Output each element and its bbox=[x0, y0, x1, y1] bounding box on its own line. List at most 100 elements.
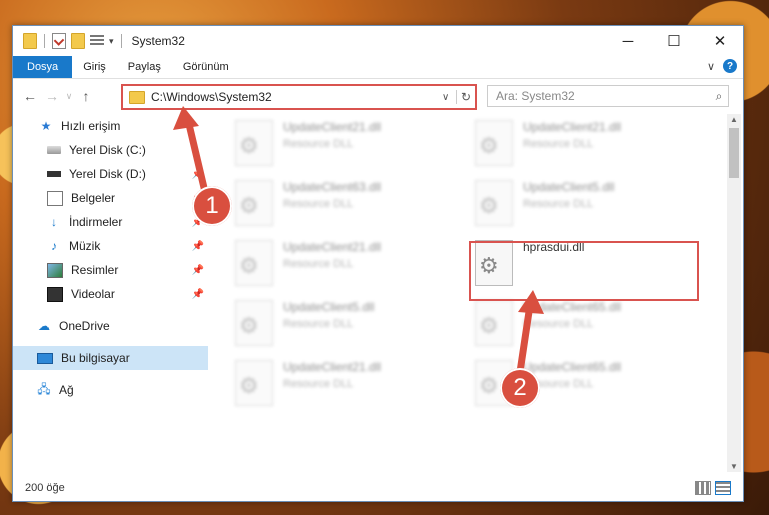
file-tile[interactable]: UpdateClient21.dll Resource DLL bbox=[223, 116, 443, 168]
file-tile[interactable]: UpdateClient65.dll Resource DLL bbox=[463, 296, 683, 348]
file-name: UpdateClient5.dll bbox=[523, 180, 615, 194]
cloud-icon: ☁ bbox=[38, 319, 50, 333]
up-arrow-icon[interactable]: ↑ bbox=[75, 88, 97, 104]
file-description: Resource DLL bbox=[523, 198, 594, 210]
details-view-icon[interactable] bbox=[695, 481, 711, 495]
expand-ribbon-icon[interactable]: ∨ bbox=[707, 60, 715, 73]
help-icon[interactable]: ? bbox=[723, 59, 737, 73]
step-2-badge: 2 bbox=[500, 368, 540, 408]
search-input[interactable]: Ara: System32 bbox=[488, 89, 710, 103]
forward-arrow-icon[interactable]: → bbox=[41, 88, 63, 104]
sidebar-item-network[interactable]: 🖧 Ağ bbox=[13, 378, 208, 402]
sidebar-item-music[interactable]: ♪ Müzik 📌 bbox=[13, 234, 208, 258]
sidebar-item-local-disk-d[interactable]: Yerel Disk (D:) 📌 bbox=[13, 162, 208, 186]
file-tile[interactable]: UpdateClient65.dllResource DLL bbox=[463, 356, 683, 408]
item-count: 200 öğe bbox=[25, 482, 65, 494]
properties-check-icon[interactable] bbox=[52, 33, 66, 49]
scrollbar-thumb[interactable] bbox=[729, 128, 739, 178]
vertical-scrollbar[interactable]: ▲ ▼ bbox=[727, 114, 741, 472]
step-1-badge: 1 bbox=[192, 186, 232, 226]
search-box[interactable]: Ara: System32 ⌕ bbox=[487, 85, 729, 107]
file-tile[interactable]: UpdateClient5.dll Resource DLL bbox=[463, 176, 683, 228]
document-icon bbox=[47, 190, 63, 206]
window-title: System32 bbox=[131, 34, 185, 48]
dll-file-icon bbox=[475, 180, 513, 226]
sidebar-item-this-pc[interactable]: Bu bilgisayar bbox=[13, 346, 208, 370]
refresh-icon[interactable]: ↻ bbox=[456, 90, 475, 104]
navigation-bar: ← → ∨ ↑ C:\Windows\System32 ∨ ↻ Ara: Sys… bbox=[13, 79, 743, 113]
file-tile[interactable]: UpdateClient21.dll Resource DLL bbox=[223, 356, 443, 408]
ribbon-tabs: Dosya Giriş Paylaş Görünüm ∨ ? bbox=[13, 56, 743, 79]
drive-icon bbox=[47, 171, 61, 177]
file-description: Resource DLL bbox=[283, 258, 354, 270]
sidebar-item-quick-access[interactable]: ★ Hızlı erişim bbox=[13, 114, 208, 138]
customize-toolbar-icon[interactable] bbox=[90, 35, 104, 47]
minimize-button[interactable]: ─ bbox=[605, 26, 651, 56]
tab-home[interactable]: Giriş bbox=[72, 56, 117, 78]
chevron-down-icon[interactable]: ▾ bbox=[109, 36, 114, 47]
scroll-up-icon[interactable]: ▲ bbox=[727, 115, 741, 124]
file-name: UpdateClient21.dll bbox=[283, 360, 382, 374]
scroll-down-icon[interactable]: ▼ bbox=[727, 462, 741, 471]
divider bbox=[120, 34, 122, 48]
pin-icon[interactable]: 📌 bbox=[192, 265, 204, 276]
dll-file-icon bbox=[235, 360, 273, 406]
window-controls: ─ ☐ ✕ bbox=[605, 26, 743, 56]
sidebar-item-onedrive[interactable]: ☁ OneDrive bbox=[13, 314, 208, 338]
file-name: UpdateClient5.dll bbox=[283, 300, 375, 314]
file-tile[interactable]: UpdateClient21.dll Resource DLL bbox=[223, 236, 443, 288]
file-tile[interactable]: UpdateClient21.dll Resource DLL bbox=[463, 116, 683, 168]
pin-icon[interactable]: 📌 bbox=[192, 169, 204, 180]
close-button[interactable]: ✕ bbox=[697, 26, 743, 56]
sidebar-item-downloads[interactable]: ↓ İndirmeler 📌 bbox=[13, 210, 208, 234]
sidebar-item-pictures[interactable]: Resimler 📌 bbox=[13, 258, 208, 282]
maximize-button[interactable]: ☐ bbox=[651, 26, 697, 56]
pin-icon[interactable]: 📌 bbox=[192, 241, 204, 252]
file-description: Resource DLL bbox=[283, 318, 354, 330]
video-icon bbox=[47, 286, 63, 302]
tab-share[interactable]: Paylaş bbox=[117, 56, 172, 78]
file-name: UpdateClient65.dll bbox=[523, 300, 622, 314]
sidebar-item-label: Yerel Disk (D:) bbox=[69, 167, 146, 181]
file-description: Resource DLL bbox=[283, 378, 354, 390]
file-name: UpdateClient65.dll bbox=[523, 360, 622, 374]
pin-icon[interactable]: 📌 bbox=[192, 289, 204, 300]
title-bar[interactable]: ▾ System32 ─ ☐ ✕ bbox=[13, 26, 743, 56]
sidebar-item-label: Videolar bbox=[71, 287, 115, 301]
address-bar[interactable]: C:\Windows\System32 ∨ ↻ bbox=[121, 84, 477, 110]
folder-icon bbox=[129, 90, 145, 104]
file-description: Resource DLL bbox=[283, 198, 354, 210]
sidebar-item-label: Hızlı erişim bbox=[61, 119, 121, 133]
file-description: Resource DLL bbox=[283, 138, 354, 150]
quick-access-toolbar: ▾ bbox=[13, 33, 124, 49]
back-arrow-icon[interactable]: ← bbox=[19, 88, 41, 104]
file-tile[interactable]: UpdateClient63.dll Resource DLL bbox=[223, 176, 443, 228]
file-name: UpdateClient21.dll bbox=[283, 120, 382, 134]
pictures-icon bbox=[47, 262, 63, 278]
sidebar-item-label: Ağ bbox=[59, 383, 74, 397]
view-buttons bbox=[695, 481, 731, 495]
tiles-view-icon[interactable] bbox=[715, 481, 731, 495]
search-icon[interactable]: ⌕ bbox=[710, 89, 728, 104]
chevron-down-icon[interactable]: ∨ bbox=[442, 92, 456, 103]
star-icon: ★ bbox=[40, 119, 52, 133]
dll-file-icon bbox=[475, 300, 513, 346]
file-name: UpdateClient21.dll bbox=[523, 120, 622, 134]
file-description: Resource DLL bbox=[523, 318, 594, 330]
dll-file-icon bbox=[475, 120, 513, 166]
file-name: UpdateClient63.dll bbox=[283, 180, 382, 194]
sidebar-item-videos[interactable]: Videolar 📌 bbox=[13, 282, 208, 306]
address-path[interactable]: C:\Windows\System32 bbox=[151, 90, 442, 104]
tab-view[interactable]: Görünüm bbox=[172, 56, 240, 78]
tab-file[interactable]: Dosya bbox=[13, 56, 73, 78]
sidebar-item-label: Belgeler bbox=[71, 191, 116, 205]
dll-file-icon bbox=[235, 300, 273, 346]
music-note-icon: ♪ bbox=[51, 239, 57, 253]
file-tile[interactable]: UpdateClient5.dll Resource DLL bbox=[223, 296, 443, 348]
sidebar-item-documents[interactable]: Belgeler 📌 bbox=[13, 186, 208, 210]
divider bbox=[44, 34, 45, 48]
new-folder-icon[interactable] bbox=[71, 33, 85, 49]
folder-icon bbox=[23, 33, 37, 49]
sidebar-item-local-disk-c[interactable]: Yerel Disk (C:) bbox=[13, 138, 208, 162]
recent-locations-icon[interactable]: ∨ bbox=[63, 91, 75, 102]
